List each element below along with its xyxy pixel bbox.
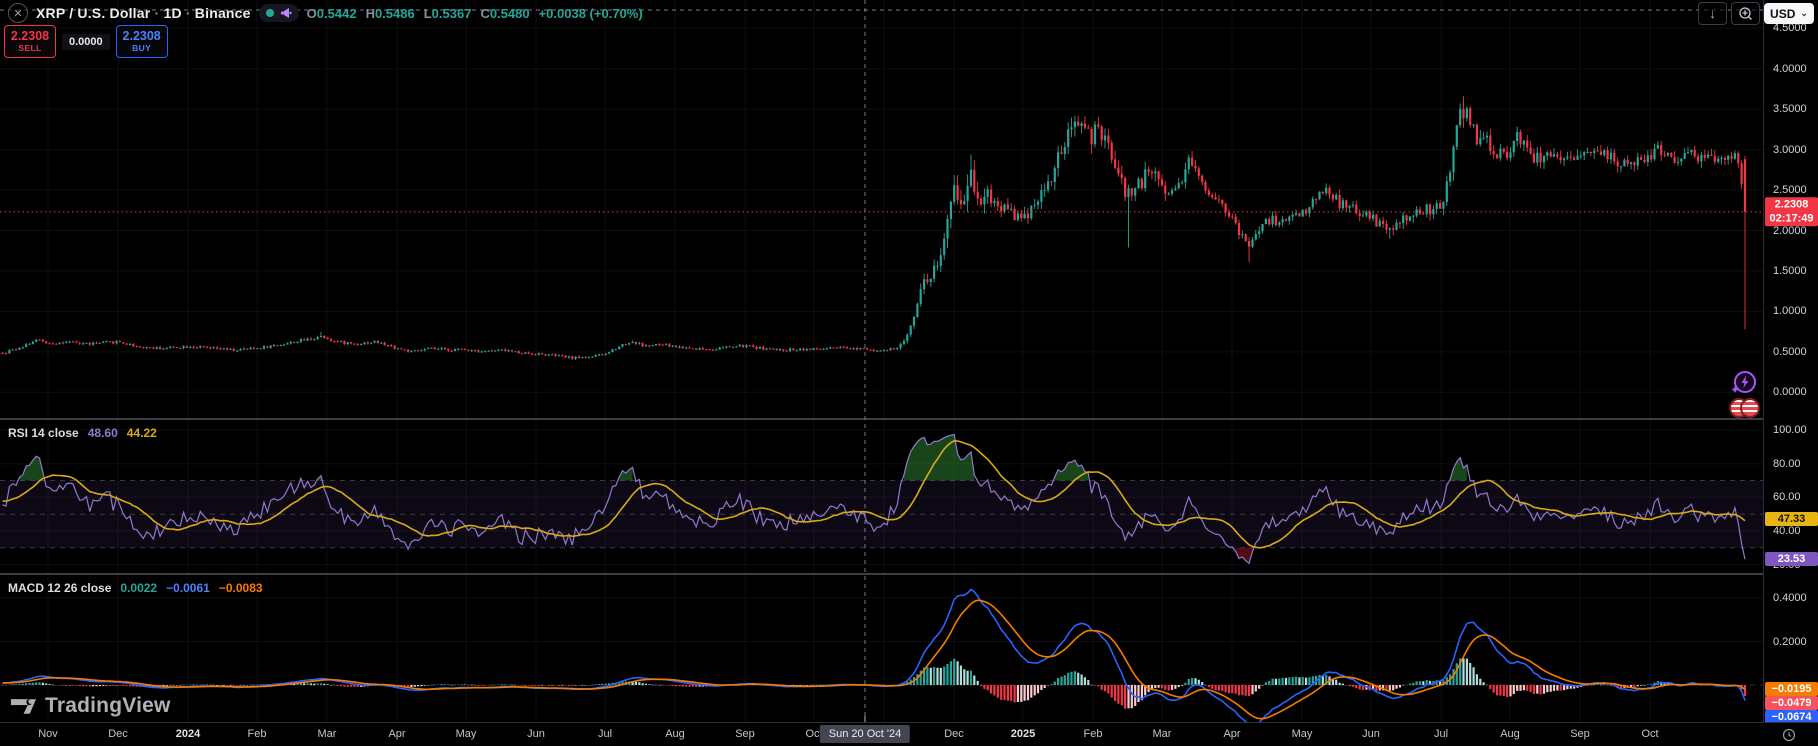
- interval-label: 1D: [163, 5, 181, 21]
- rsi-tick: 40.00: [1773, 525, 1801, 537]
- price-tick: 3.0000: [1773, 144, 1807, 156]
- exchange-label: Binance: [195, 5, 251, 21]
- close-icon[interactable]: ✕: [8, 3, 28, 23]
- chart-legend: ✕ XRP / U.S. Dollar · 1D · Binance O0.54…: [8, 3, 643, 23]
- macd-value-badge: −0.0479: [1765, 696, 1818, 710]
- timezone-clock-button[interactable]: [1782, 728, 1796, 746]
- price-tick: 0.0000: [1773, 386, 1807, 398]
- month-label: Oct: [1641, 728, 1658, 740]
- month-label: Jun: [1362, 728, 1380, 740]
- month-label: Jul: [1434, 728, 1448, 740]
- price-tick: 2.5000: [1773, 184, 1807, 196]
- time-axis[interactable]: NovDec2024FebMarAprMayJunJulAugSepOctNov…: [0, 722, 1818, 746]
- tradingview-watermark[interactable]: TradingView: [10, 694, 171, 718]
- trade-panel: 2.2308SELL 0.0000 2.2308BUY: [4, 25, 168, 58]
- month-label: Sep: [735, 728, 755, 740]
- month-label: Apr: [1223, 728, 1240, 740]
- tradingview-logo-icon: [10, 694, 37, 718]
- rsi-value-badge: 47.33: [1765, 512, 1818, 526]
- macd-tick: 0.2000: [1773, 636, 1807, 648]
- month-label: Jul: [598, 728, 612, 740]
- crosshair-date-tooltip: Sun 20 Oct '24: [820, 725, 910, 743]
- month-label: Mar: [318, 728, 337, 740]
- scroll-to-recent-button[interactable]: ↓: [1698, 2, 1727, 25]
- year-label: 2025: [1011, 728, 1035, 740]
- month-label: Feb: [1084, 728, 1103, 740]
- lightning-icon[interactable]: [1731, 370, 1758, 397]
- magnifier-plus-icon: [1738, 6, 1753, 21]
- price-tick: 4.0000: [1773, 63, 1807, 75]
- month-label: Nov: [38, 728, 58, 740]
- month-label: Aug: [1500, 728, 1520, 740]
- arrow-down-icon: ↓: [1709, 6, 1716, 21]
- quick-trade-icons: [1729, 370, 1760, 418]
- month-label: Apr: [388, 728, 405, 740]
- indicator-pill[interactable]: [259, 4, 299, 22]
- rsi-tick: 60.00: [1773, 491, 1801, 503]
- macd-legend[interactable]: MACD 12 26 close 0.0022 −0.0061 −0.0083: [8, 581, 263, 595]
- macd-line-value: −0.0061: [166, 581, 210, 595]
- currency-dropdown[interactable]: USD⌄: [1764, 3, 1814, 24]
- rsi-value: 48.60: [88, 426, 118, 440]
- macd-hist-value: 0.0022: [120, 581, 157, 595]
- month-label: Feb: [248, 728, 267, 740]
- scale-controls: ↓ USD⌄: [1698, 2, 1814, 25]
- month-label: Aug: [665, 728, 685, 740]
- symbol-title[interactable]: XRP / U.S. Dollar · 1D · Binance: [36, 5, 251, 21]
- year-label: 2024: [176, 728, 200, 740]
- price-tick: 0.5000: [1773, 346, 1807, 358]
- month-label: Sep: [1570, 728, 1590, 740]
- price-tick: 3.5000: [1773, 103, 1807, 115]
- price-tick: 1.5000: [1773, 265, 1807, 277]
- month-label: Mar: [1153, 728, 1172, 740]
- grid-lines: [0, 0, 1763, 722]
- macd-tick: 0.4000: [1773, 592, 1807, 604]
- spread-value: 0.0000: [62, 34, 110, 50]
- rsi-legend[interactable]: RSI 14 close 48.60 44.22: [8, 426, 157, 440]
- rsi-value-badge: 23.53: [1765, 552, 1818, 566]
- zoom-in-button[interactable]: [1731, 2, 1760, 25]
- macd-series: [2, 589, 1747, 725]
- macd-value-badge: −0.0195: [1765, 682, 1818, 696]
- price-axis[interactable]: 4.50004.00003.50003.00002.50002.00001.50…: [1763, 0, 1818, 746]
- last-price-badge: 2.230802:17:49: [1765, 197, 1818, 227]
- macd-signal-value: −0.0083: [219, 581, 263, 595]
- month-label: Dec: [108, 728, 128, 740]
- sell-button[interactable]: 2.2308SELL: [4, 25, 56, 58]
- month-label: Dec: [944, 728, 964, 740]
- chart-plot-area[interactable]: [0, 0, 1818, 746]
- tradingview-chart-window: { "header": { "symbol": "XRP / U.S. Doll…: [0, 0, 1818, 746]
- month-label: Jun: [527, 728, 545, 740]
- status-dot-icon: [266, 9, 274, 17]
- chevron-down-icon: ⌄: [1800, 8, 1808, 19]
- buy-button[interactable]: 2.2308BUY: [116, 25, 168, 58]
- megaphone-icon: [280, 7, 292, 19]
- coin-pair-icon[interactable]: [1729, 398, 1760, 418]
- rsi-tick: 80.00: [1773, 458, 1801, 470]
- month-label: May: [456, 728, 477, 740]
- rsi-tick: 100.00: [1773, 424, 1807, 436]
- change-value: +0.0038 (+0.70%): [539, 6, 643, 21]
- candlestick-series: [0, 96, 1746, 360]
- month-label: May: [1292, 728, 1313, 740]
- clock-icon: [1782, 728, 1796, 742]
- rsi-ma-value: 44.22: [127, 426, 157, 440]
- ohlc-values: O0.5442 H0.5486 L0.5367 C0.5480 +0.0038 …: [307, 6, 643, 21]
- price-tick: 1.0000: [1773, 305, 1807, 317]
